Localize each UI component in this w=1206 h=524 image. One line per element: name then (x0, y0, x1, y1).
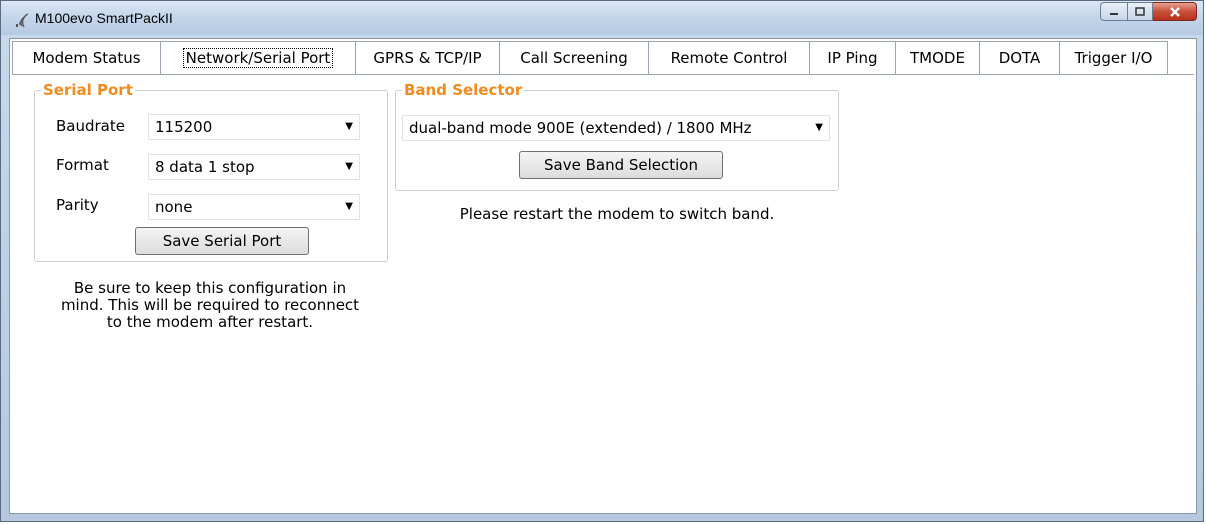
tab-dota[interactable]: DOTA (979, 41, 1060, 74)
tab-strip: Modem Status Network/Serial Port GPRS & … (12, 41, 1168, 75)
format-label: Format (56, 156, 109, 174)
window-controls (1100, 2, 1197, 22)
format-select[interactable]: 8 data 1 stop ▼ (148, 154, 360, 180)
minimize-button[interactable] (1100, 2, 1127, 21)
chevron-down-icon: ▼ (345, 201, 353, 212)
title-bar[interactable]: M100evo SmartPackII (1, 1, 1203, 35)
tab-modem-status[interactable]: Modem Status (12, 41, 161, 74)
chevron-down-icon: ▼ (345, 121, 353, 132)
tab-remote-control[interactable]: Remote Control (648, 41, 810, 74)
minimize-icon (1110, 12, 1118, 15)
baudrate-value: 115200 (155, 118, 213, 136)
baudrate-select[interactable]: 115200 ▼ (148, 114, 360, 140)
parity-select[interactable]: none ▼ (148, 194, 360, 220)
tab-call-screening[interactable]: Call Screening (499, 41, 649, 74)
tab-ip-ping[interactable]: IP Ping (809, 41, 896, 74)
band-selector-legend: Band Selector (404, 81, 523, 99)
client-area: Modem Status Network/Serial Port GPRS & … (9, 38, 1197, 514)
parity-label: Parity (56, 196, 99, 214)
tab-network-serial-port[interactable]: Network/Serial Port (160, 41, 356, 74)
close-button[interactable] (1153, 2, 1197, 21)
app-window: M100evo SmartPackII Modem Status Network… (0, 0, 1204, 522)
note-line: to the modem after restart. (106, 313, 314, 331)
parity-value: none (155, 198, 193, 216)
note-line: mind. This will be required to reconnect (60, 296, 360, 314)
maximize-button[interactable] (1127, 2, 1153, 21)
baudrate-label: Baudrate (56, 117, 125, 135)
tab-gprs-tcpip[interactable]: GPRS & TCP/IP (355, 41, 500, 74)
close-icon (1169, 6, 1180, 17)
band-value: dual-band mode 900E (extended) / 1800 MH… (409, 119, 752, 137)
band-select[interactable]: dual-band mode 900E (extended) / 1800 MH… (402, 115, 830, 141)
tab-trigger-io[interactable]: Trigger I/O (1059, 41, 1168, 74)
note-line: Be sure to keep this configuration in (73, 279, 347, 297)
tab-tmode[interactable]: TMODE (895, 41, 980, 74)
window-title: M100evo SmartPackII (35, 10, 173, 26)
band-restart-note: Please restart the modem to switch band. (459, 205, 775, 223)
signal-app-icon (16, 13, 29, 28)
format-value: 8 data 1 stop (155, 158, 255, 176)
serial-config-note: Be sure to keep this configuration in mi… (22, 280, 398, 331)
chevron-down-icon: ▼ (815, 122, 823, 133)
chevron-down-icon: ▼ (345, 161, 353, 172)
serial-port-legend: Serial Port (43, 81, 133, 99)
maximize-icon (1135, 6, 1145, 16)
save-serial-port-button[interactable]: Save Serial Port (135, 227, 309, 255)
save-band-selection-button[interactable]: Save Band Selection (519, 151, 723, 179)
tab-panel-network-serial: Serial Port Baudrate 115200 ▼ Format 8 d… (12, 74, 1194, 511)
